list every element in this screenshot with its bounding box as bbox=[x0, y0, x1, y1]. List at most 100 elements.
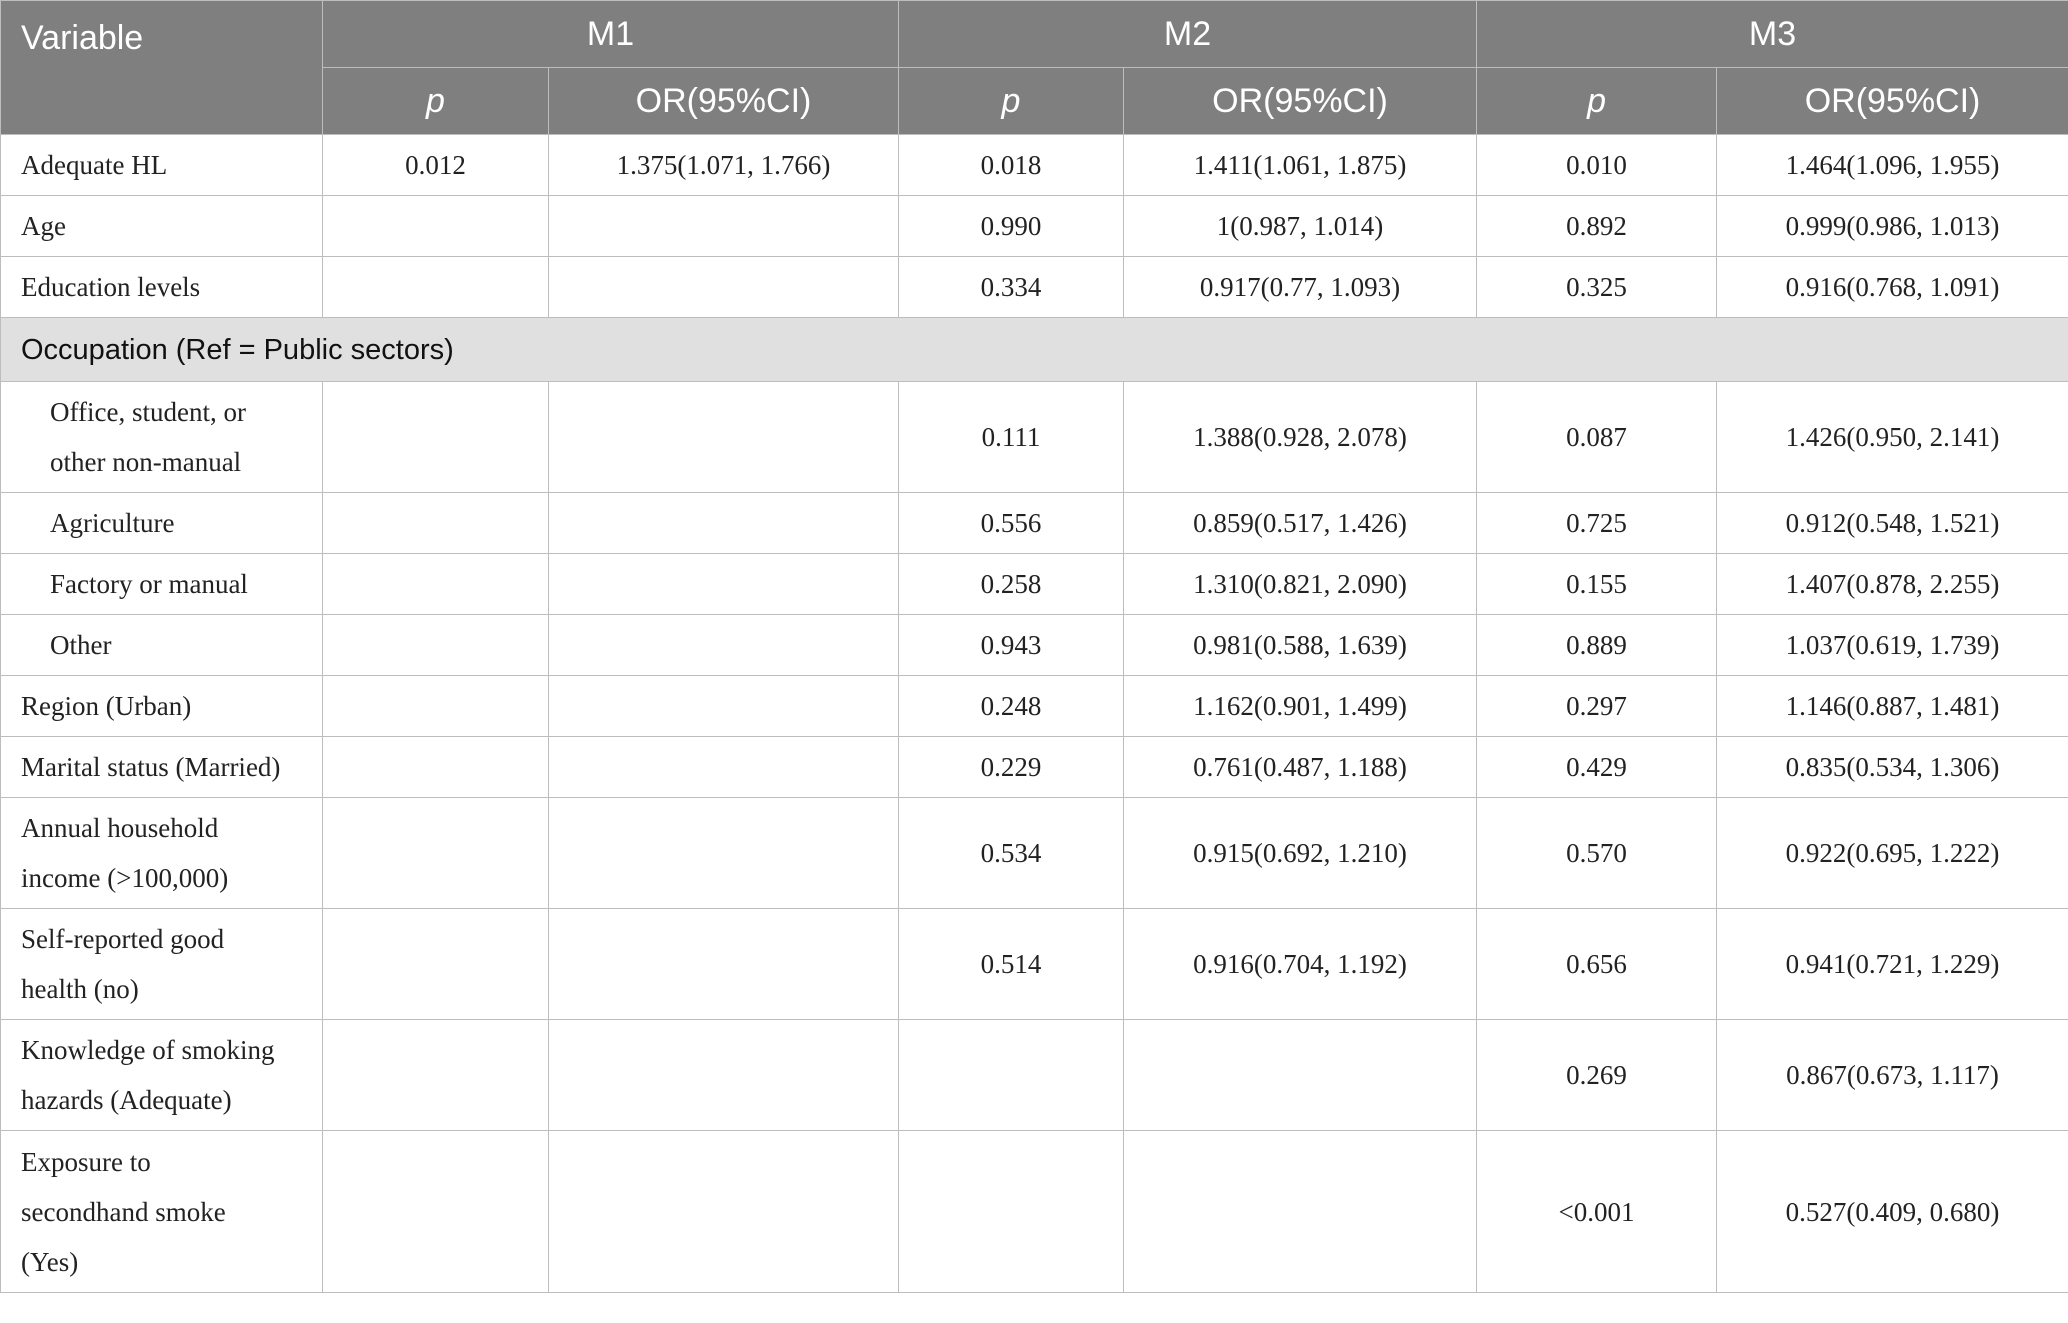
cell-m2-or: 0.981(0.588, 1.639) bbox=[1123, 614, 1478, 676]
table-row: Age 0.990 1(0.987, 1.014) 0.892 0.999(0.… bbox=[0, 195, 2068, 257]
cell-m1-or bbox=[547, 736, 900, 798]
cell-m1-p bbox=[322, 381, 549, 493]
cell-m2-or: 0.917(0.77, 1.093) bbox=[1123, 256, 1478, 318]
header-variable: Variable bbox=[0, 0, 323, 135]
header-p: p bbox=[898, 67, 1125, 135]
table-row: Annual household income (>100,000) 0.534 … bbox=[0, 797, 2068, 909]
row-label-line: Self-reported good bbox=[21, 924, 225, 954]
row-label-line: hazards (Adequate) bbox=[21, 1085, 232, 1115]
cell-m1-or bbox=[547, 1019, 900, 1131]
cell-m2-or: 1.411(1.061, 1.875) bbox=[1123, 134, 1478, 196]
cell-m3-p: <0.001 bbox=[1476, 1130, 1718, 1293]
cell-m1-p bbox=[322, 1130, 549, 1293]
cell-m2-p bbox=[898, 1130, 1125, 1293]
row-label-line: (Yes) bbox=[21, 1246, 79, 1277]
table-row: Self-reported good health (no) 0.514 0.91… bbox=[0, 908, 2068, 1020]
row-label: Self-reported good health (no) bbox=[0, 908, 323, 1020]
cell-m3-or: 0.867(0.673, 1.117) bbox=[1716, 1019, 2068, 1131]
cell-m2-or: 1(0.987, 1.014) bbox=[1123, 195, 1478, 257]
section-row-occupation: Occupation (Ref = Public sectors) bbox=[0, 317, 2068, 382]
cell-m3-p: 0.570 bbox=[1476, 797, 1718, 909]
row-label-line: secondhand smoke bbox=[21, 1196, 226, 1227]
table-row: Exposure to secondhand smoke (Yes) <0.001 … bbox=[0, 1130, 2068, 1293]
cell-m3-or: 0.835(0.534, 1.306) bbox=[1716, 736, 2068, 798]
cell-m1-p bbox=[322, 797, 549, 909]
cell-m3-or: 0.912(0.548, 1.521) bbox=[1716, 492, 2068, 554]
results-table-container: Variable M1 M2 M3 p OR(95%CI) p OR(95%CI… bbox=[0, 0, 2068, 1323]
cell-m3-p: 0.892 bbox=[1476, 195, 1718, 257]
row-label-line: income (>100,000) bbox=[21, 863, 229, 893]
cell-m2-p: 0.334 bbox=[898, 256, 1125, 318]
cell-m1-p bbox=[322, 195, 549, 257]
cell-m3-p: 0.725 bbox=[1476, 492, 1718, 554]
cell-m2-p: 0.248 bbox=[898, 675, 1125, 737]
cell-m3-or: 1.464(1.096, 1.955) bbox=[1716, 134, 2068, 196]
cell-m3-p: 0.429 bbox=[1476, 736, 1718, 798]
cell-m3-p: 0.155 bbox=[1476, 553, 1718, 615]
row-label: Factory or manual bbox=[0, 553, 323, 615]
row-label: Office, student, or other non-manual bbox=[0, 381, 323, 493]
cell-m1-or bbox=[547, 1130, 900, 1293]
cell-m3-or: 0.999(0.986, 1.013) bbox=[1716, 195, 2068, 257]
header-row-models: Variable M1 M2 M3 bbox=[0, 0, 2068, 135]
cell-m1-or bbox=[547, 195, 900, 257]
header-model-m3: M3 bbox=[1476, 0, 2068, 68]
cell-m1-or bbox=[547, 614, 900, 676]
cell-m3-or: 0.922(0.695, 1.222) bbox=[1716, 797, 2068, 909]
cell-m1-p bbox=[322, 675, 549, 737]
row-label: Knowledge of smoking hazards (Adequate) bbox=[0, 1019, 323, 1131]
cell-m1-p bbox=[322, 736, 549, 798]
header-p: p bbox=[322, 67, 549, 135]
cell-m2-or: 0.859(0.517, 1.426) bbox=[1123, 492, 1478, 554]
regression-results-table: Variable M1 M2 M3 p OR(95%CI) p OR(95%CI… bbox=[0, 0, 2068, 1293]
cell-m1-p bbox=[322, 908, 549, 1020]
header-p: p bbox=[1476, 67, 1718, 135]
header-or: OR(95%CI) bbox=[1123, 67, 1478, 135]
cell-m2-p: 0.556 bbox=[898, 492, 1125, 554]
row-label: Exposure to secondhand smoke (Yes) bbox=[0, 1130, 323, 1293]
cell-m2-or: 1.162(0.901, 1.499) bbox=[1123, 675, 1478, 737]
cell-m1-or bbox=[547, 256, 900, 318]
cell-m3-or: 1.146(0.887, 1.481) bbox=[1716, 675, 2068, 737]
cell-m1-or bbox=[547, 908, 900, 1020]
header-or: OR(95%CI) bbox=[547, 67, 900, 135]
cell-m2-p: 0.943 bbox=[898, 614, 1125, 676]
row-label: Adequate HL bbox=[0, 134, 323, 196]
cell-m2-p: 0.018 bbox=[898, 134, 1125, 196]
cell-m1-or bbox=[547, 797, 900, 909]
cell-m3-or: 0.941(0.721, 1.229) bbox=[1716, 908, 2068, 1020]
row-label-line: Exposure to bbox=[21, 1146, 151, 1177]
cell-m2-p: 0.990 bbox=[898, 195, 1125, 257]
header-or: OR(95%CI) bbox=[1716, 67, 2068, 135]
cell-m2-or: 0.916(0.704, 1.192) bbox=[1123, 908, 1478, 1020]
table-row: Region (Urban) 0.248 1.162(0.901, 1.499)… bbox=[0, 675, 2068, 737]
cell-m3-p: 0.325 bbox=[1476, 256, 1718, 318]
row-label-line: other non-manual bbox=[50, 447, 242, 477]
cell-m3-or: 1.426(0.950, 2.141) bbox=[1716, 381, 2068, 493]
row-label: Age bbox=[0, 195, 323, 257]
table-row: Factory or manual 0.258 1.310(0.821, 2.0… bbox=[0, 553, 2068, 615]
row-label: Education levels bbox=[0, 256, 323, 318]
table-row: Education levels 0.334 0.917(0.77, 1.093… bbox=[0, 256, 2068, 318]
cell-m3-p: 0.269 bbox=[1476, 1019, 1718, 1131]
cell-m2-p bbox=[898, 1019, 1125, 1131]
cell-m3-p: 0.656 bbox=[1476, 908, 1718, 1020]
cell-m1-p bbox=[322, 1019, 549, 1131]
row-label-line: Knowledge of smoking bbox=[21, 1035, 275, 1065]
cell-m1-p bbox=[322, 614, 549, 676]
cell-m3-p: 0.297 bbox=[1476, 675, 1718, 737]
cell-m3-p: 0.010 bbox=[1476, 134, 1718, 196]
row-label: Annual household income (>100,000) bbox=[0, 797, 323, 909]
cell-m1-p bbox=[322, 492, 549, 554]
cell-m3-or: 0.916(0.768, 1.091) bbox=[1716, 256, 2068, 318]
row-label-line: Office, student, or bbox=[50, 397, 246, 427]
cell-m1-or bbox=[547, 675, 900, 737]
table-row: Office, student, or other non-manual 0.11… bbox=[0, 381, 2068, 493]
table-row: Adequate HL 0.012 1.375(1.071, 1.766) 0.… bbox=[0, 134, 2068, 196]
cell-m2-or: 1.310(0.821, 2.090) bbox=[1123, 553, 1478, 615]
cell-m1-p: 0.012 bbox=[322, 134, 549, 196]
cell-m1-p bbox=[322, 256, 549, 318]
cell-m1-or bbox=[547, 381, 900, 493]
table-row: Knowledge of smoking hazards (Adequate) 0… bbox=[0, 1019, 2068, 1131]
cell-m1-or bbox=[547, 553, 900, 615]
